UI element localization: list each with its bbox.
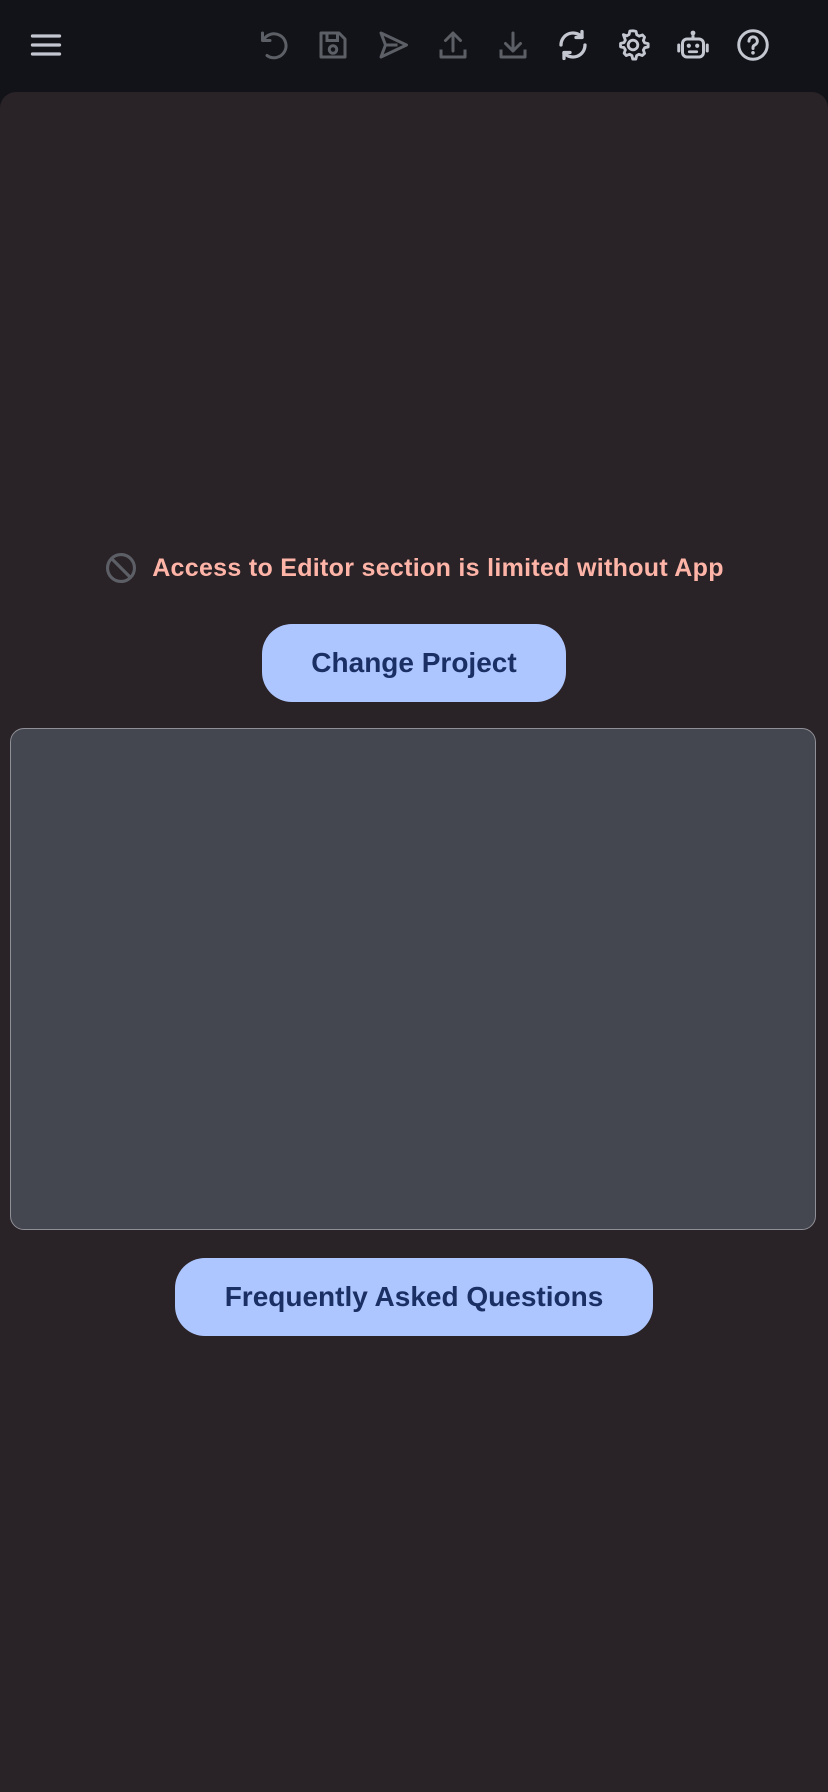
menu-icon xyxy=(30,34,62,56)
settings-icon xyxy=(619,29,650,61)
undo-button[interactable] xyxy=(250,22,296,68)
save-button[interactable] xyxy=(310,22,356,68)
change-project-button[interactable]: Change Project xyxy=(262,624,566,702)
faq-button[interactable]: Frequently Asked Questions xyxy=(175,1258,653,1336)
warning-text: Access to Editor section is limited with… xyxy=(152,553,724,582)
download-icon xyxy=(499,31,527,59)
help-button[interactable] xyxy=(730,22,776,68)
save-icon xyxy=(319,31,347,59)
content-panel xyxy=(10,728,816,1230)
sync-icon xyxy=(559,29,587,61)
sync-button[interactable] xyxy=(550,22,596,68)
menu-button[interactable] xyxy=(23,22,69,68)
upload-icon xyxy=(439,31,467,59)
send-button[interactable] xyxy=(370,22,416,68)
help-icon xyxy=(737,29,769,61)
block-icon xyxy=(104,551,138,585)
robot-icon xyxy=(677,30,709,59)
undo-icon xyxy=(261,31,288,60)
download-button[interactable] xyxy=(490,22,536,68)
upload-button[interactable] xyxy=(430,22,476,68)
top-toolbar xyxy=(0,0,828,92)
settings-button[interactable] xyxy=(610,22,656,68)
send-icon xyxy=(379,31,408,59)
access-warning: Access to Editor section is limited with… xyxy=(0,550,828,586)
robot-button[interactable] xyxy=(670,22,716,68)
